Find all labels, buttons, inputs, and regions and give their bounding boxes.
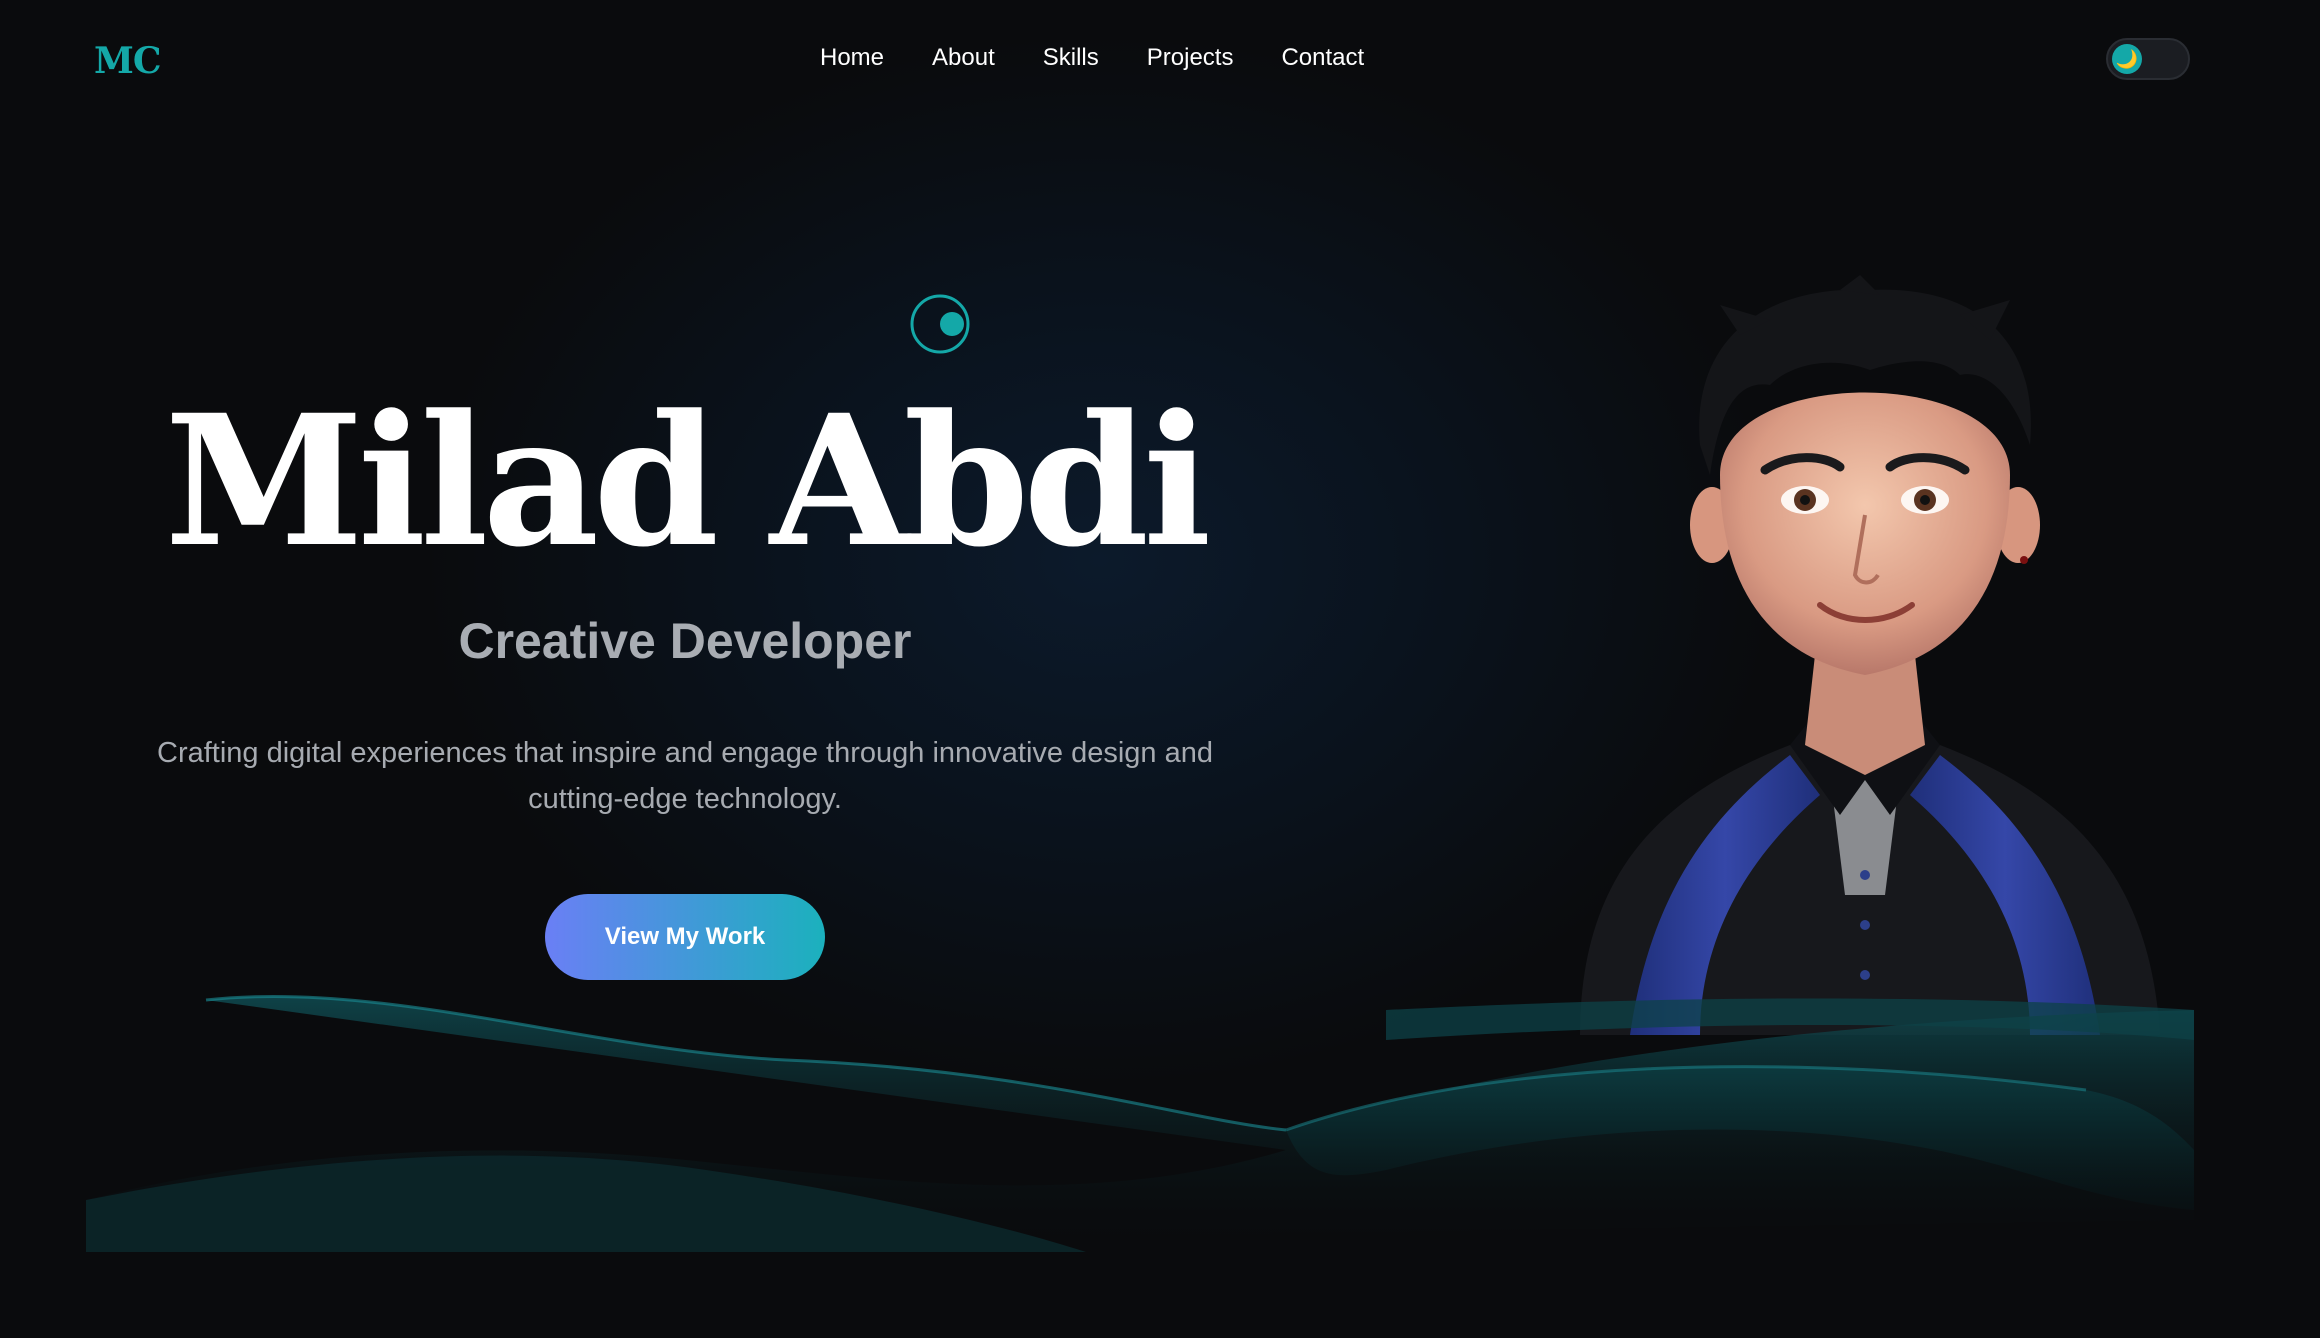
nav-contact[interactable]: Contact (1281, 44, 1364, 72)
nav-projects[interactable]: Projects (1147, 44, 1234, 72)
logo[interactable]: MC (94, 40, 162, 82)
tagline-line-1: Crafting digital experiences that inspir… (157, 737, 1213, 769)
nav-skills[interactable]: Skills (1043, 44, 1099, 72)
theme-toggle[interactable]: 🌙 (2106, 38, 2190, 80)
nav-about[interactable]: About (932, 44, 995, 72)
hero-name: Milad Abdi (164, 376, 1212, 587)
hero-tagline: Crafting digital experiences that inspir… (140, 730, 1230, 822)
toggle-knob: 🌙 (2112, 44, 2142, 74)
tagline-line-2: cutting-edge technology. (528, 783, 842, 815)
main-nav: Home About Skills Projects Contact (820, 44, 1364, 72)
moon-icon: 🌙 (2115, 49, 2139, 69)
page: MC Home About Skills Projects Contact 🌙 … (0, 0, 2320, 1338)
wave-decoration (86, 994, 2194, 1252)
orbit-icon (910, 294, 970, 354)
avatar-illustration (1580, 275, 2160, 1035)
nav-home[interactable]: Home (820, 44, 884, 72)
hero-role: Creative Developer (458, 613, 912, 669)
view-my-work-button[interactable]: View My Work (545, 894, 825, 980)
